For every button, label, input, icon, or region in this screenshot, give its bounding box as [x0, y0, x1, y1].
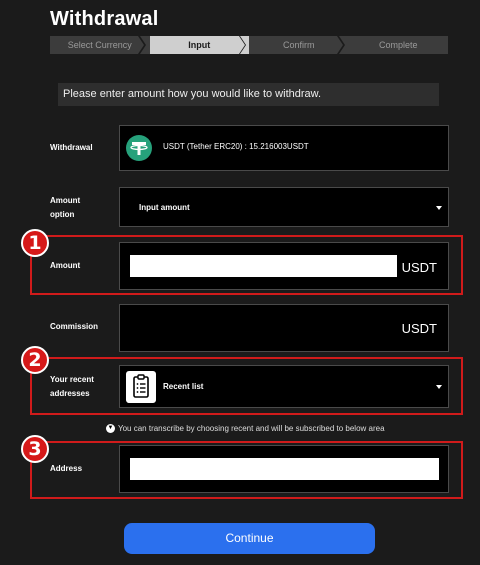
- step-label: Complete: [378, 40, 418, 50]
- amount-label: Amount: [50, 261, 81, 270]
- step-label: Select Currency: [67, 40, 132, 50]
- tether-icon: [126, 135, 152, 161]
- step-complete: Complete: [348, 36, 448, 54]
- step-separator-icon: [238, 36, 246, 54]
- step-input: Input: [149, 36, 249, 54]
- recent-addresses-label: Your recent addresses: [50, 375, 94, 398]
- amount-option-label: Amount option: [50, 196, 81, 219]
- address-box: [119, 445, 449, 493]
- step-confirm: Confirm: [249, 36, 349, 54]
- info-icon: ▼: [106, 424, 115, 433]
- commission-label: Commission: [50, 322, 99, 331]
- progress-steps: Select Currency Input Confirm Complete: [50, 36, 448, 54]
- amount-box: USDT: [119, 242, 449, 290]
- step-separator-icon: [138, 36, 146, 54]
- clipboard-list-icon: [126, 371, 156, 403]
- hint-text: You can transcribe by choosing recent an…: [118, 424, 385, 433]
- instruction-notice: Please enter amount how you would like t…: [58, 83, 439, 106]
- step-label: Confirm: [282, 40, 315, 50]
- step-separator-icon: [337, 36, 345, 54]
- withdrawal-label: Withdrawal: [50, 143, 93, 152]
- amount-option-select[interactable]: Input amount: [119, 187, 449, 227]
- continue-button[interactable]: Continue: [124, 523, 375, 554]
- page-title: Withdrawal: [50, 8, 159, 30]
- commission-unit: USDT: [401, 321, 437, 336]
- step-badge-1: 1: [21, 229, 49, 257]
- amount-unit: USDT: [401, 260, 437, 275]
- step-badge-2: 2: [21, 346, 49, 374]
- address-label: Address: [50, 464, 83, 473]
- address-input[interactable]: [130, 458, 439, 480]
- currency-display: USDT (Tether ERC20) : 15.216003USDT: [119, 125, 449, 171]
- recent-addresses-value: Recent list: [163, 382, 204, 391]
- amount-input[interactable]: [130, 255, 397, 277]
- chevron-down-icon: [436, 206, 442, 210]
- step-label: Input: [188, 40, 211, 50]
- recent-addresses-select[interactable]: Recent list: [119, 365, 449, 408]
- currency-text: USDT (Tether ERC20) : 15.216003USDT: [163, 142, 309, 151]
- transcribe-hint: ▼ You can transcribe by choosing recent …: [106, 424, 385, 433]
- step-select-currency: Select Currency: [50, 36, 150, 54]
- chevron-down-icon: [436, 385, 442, 389]
- step-badge-3: 3: [21, 435, 49, 463]
- commission-box: USDT: [119, 304, 449, 352]
- amount-option-value: Input amount: [139, 203, 190, 212]
